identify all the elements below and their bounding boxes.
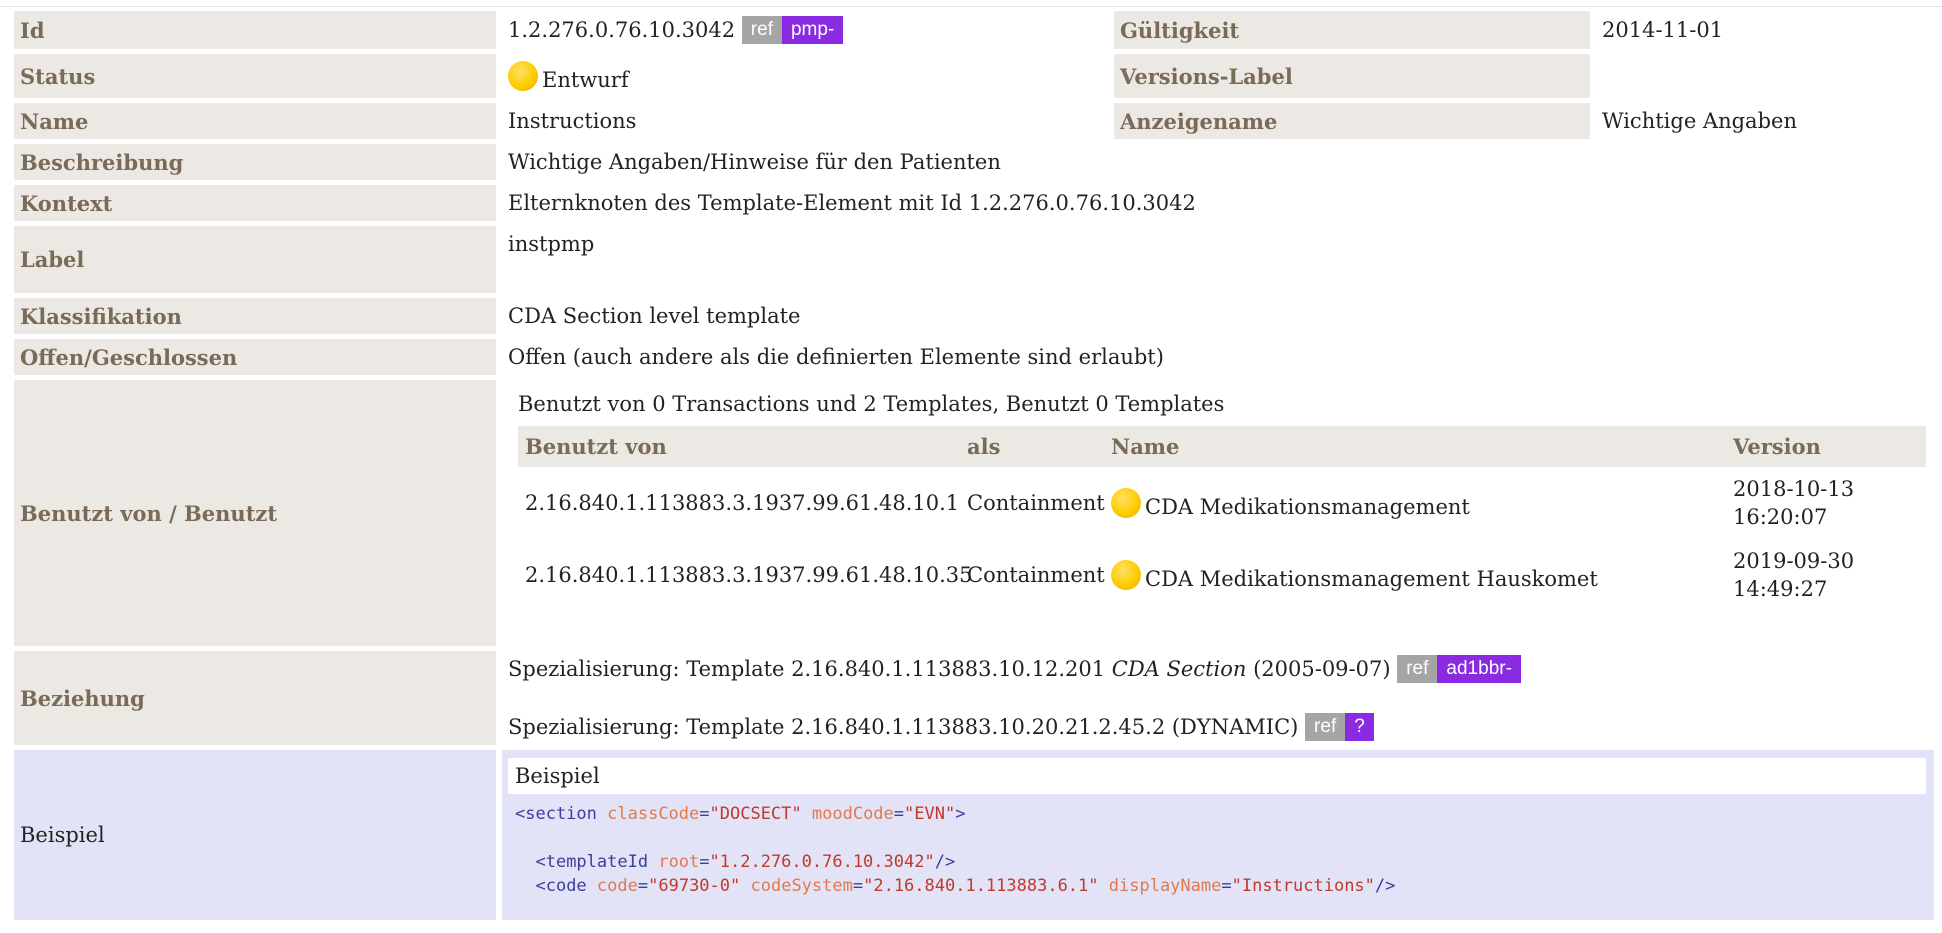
usage-summary: Benutzt von 0 Transactions und 2 Templat… (518, 392, 1225, 416)
used-by-version: 2018-10-13 16:20:07 (1726, 467, 1926, 539)
used-as: Containment (960, 539, 1105, 611)
ref-badge[interactable]: ref (741, 16, 782, 44)
description-label: Beschreibung (14, 144, 496, 180)
unknown-badge[interactable]: ? (1345, 713, 1374, 741)
usage-table: Benutzt von als Name Version 2.16.840.1.… (518, 426, 1926, 611)
status-draft-icon (1111, 559, 1141, 590)
row-usage: Benutzt von / Benutzt Benutzt von 0 Tran… (14, 380, 1934, 646)
version-date: 2018-10-13 (1733, 477, 1855, 501)
classification-label: Klassifikation (14, 298, 496, 334)
row-context: Kontext Elternknoten des Template-Elemen… (14, 185, 1934, 221)
relationship-cell: Spezialisierung: Template 2.16.840.1.113… (502, 651, 1934, 745)
id-value: 1.2.276.0.76.10.3042 (508, 18, 736, 42)
usage-cell: Benutzt von 0 Transactions und 2 Templat… (502, 380, 1934, 646)
prefix-badge[interactable]: pmp- (781, 16, 844, 44)
name-value: Instructions (502, 103, 1108, 139)
status-label: Status (14, 54, 496, 98)
example-title: Beispiel (508, 758, 1926, 794)
table-row: 2.16.840.1.113883.3.1937.99.61.48.10.1 C… (518, 467, 1926, 539)
table-row: 2.16.840.1.113883.3.1937.99.61.48.10.35 … (518, 539, 1926, 611)
prefix-badge[interactable]: ad1bbr- (1437, 655, 1521, 683)
open-closed-label: Offen/Geschlossen (14, 339, 496, 375)
validity-value: 2014-11-01 (1596, 11, 1934, 49)
row-example: Beispiel Beispiel <section classCode="DO… (14, 750, 1934, 920)
row-open-closed: Offen/Geschlossen Offen (auch andere als… (14, 339, 1934, 375)
used-by-name-cell: CDA Medikationsmanagement Hauskomet (1104, 539, 1726, 611)
used-as: Containment (960, 467, 1105, 539)
relationship-2-text: Spezialisierung: Template 2.16.840.1.113… (508, 715, 1299, 739)
row-description: Beschreibung Wichtige Angaben/Hinweise f… (14, 144, 1934, 180)
context-value: Elternknoten des Template-Element mit Id… (502, 185, 1934, 221)
version-date: 2019-09-30 (1733, 549, 1855, 573)
version-label-value (1596, 54, 1934, 98)
status-value-cell: Entwurf (502, 54, 1108, 98)
ref-badge[interactable]: ref (1305, 713, 1346, 741)
relationship-1-italic: CDA Section (1111, 657, 1247, 681)
col-header-name: Name (1104, 426, 1726, 467)
name-label: Name (14, 103, 496, 139)
row-id: Id 1.2.276.0.76.10.3042 ref pmp- Gültigke… (14, 11, 1934, 49)
description-value: Wichtige Angaben/Hinweise für den Patien… (502, 144, 1934, 180)
context-label: Kontext (14, 185, 496, 221)
id-value-cell: 1.2.276.0.76.10.3042 ref pmp- (502, 11, 1108, 49)
ref-badge[interactable]: ref (1397, 655, 1438, 683)
col-header-as: als (960, 426, 1104, 467)
usage-label: Benutzt von / Benutzt (14, 380, 496, 646)
col-header-used-by: Benutzt von (518, 426, 960, 467)
classification-value: CDA Section level template (502, 298, 1934, 334)
col-header-version: Version (1726, 426, 1926, 467)
used-by-name[interactable]: CDA Medikationsmanagement (1145, 495, 1470, 519)
usage-header-row: Benutzt von als Name Version (518, 426, 1926, 467)
display-name-label: Anzeigename (1114, 103, 1590, 139)
open-closed-value: Offen (auch andere als die definierten E… (502, 339, 1934, 375)
used-by-version: 2019-09-30 14:49:27 (1726, 539, 1926, 611)
row-classification: Klassifikation CDA Section level templat… (14, 298, 1934, 334)
row-name: Name Instructions Anzeigename Wichtige A… (14, 103, 1934, 139)
row-relationship: Beziehung Spezialisierung: Template 2.16… (14, 651, 1934, 745)
used-by-name-cell: CDA Medikationsmanagement (1104, 467, 1726, 539)
used-by-name[interactable]: CDA Medikationsmanagement Hauskomet (1145, 567, 1598, 591)
example-cell: Beispiel <section classCode="DOCSECT" mo… (502, 750, 1934, 920)
relationship-line-2: Spezialisierung: Template 2.16.840.1.113… (508, 713, 1928, 741)
version-label-label: Versions-Label (1114, 54, 1590, 98)
row-label: Label instpmp (14, 226, 1934, 293)
used-by-id[interactable]: 2.16.840.1.113883.3.1937.99.61.48.10.35 (518, 539, 973, 611)
label-label: Label (14, 226, 496, 293)
row-status: Status Entwurf Versions-Label (14, 54, 1934, 98)
version-time: 14:49:27 (1733, 577, 1828, 601)
relationship-1-text: Spezialisierung: Template 2.16.840.1.113… (508, 657, 1112, 681)
relationship-label: Beziehung (14, 651, 496, 745)
example-label: Beispiel (14, 750, 496, 920)
status-value: Entwurf (542, 67, 629, 92)
status-draft-icon (508, 60, 538, 91)
label-value: instpmp (502, 226, 1934, 293)
status-draft-icon (1111, 487, 1141, 518)
example-code: <section classCode="DOCSECT" moodCode="E… (515, 804, 1396, 896)
id-label: Id (14, 11, 496, 49)
validity-label: Gültigkeit (1114, 11, 1590, 49)
relationship-1-suffix: (2005-09-07) (1246, 657, 1391, 681)
version-time: 16:20:07 (1733, 505, 1828, 529)
relationship-line-1: Spezialisierung: Template 2.16.840.1.113… (508, 655, 1928, 713)
used-by-id[interactable]: 2.16.840.1.113883.3.1937.99.61.48.10.1 (518, 467, 960, 539)
template-details-table: Id 1.2.276.0.76.10.3042 ref pmp- Gültigke… (8, 6, 1940, 925)
display-name-value: Wichtige Angaben (1596, 103, 1934, 139)
